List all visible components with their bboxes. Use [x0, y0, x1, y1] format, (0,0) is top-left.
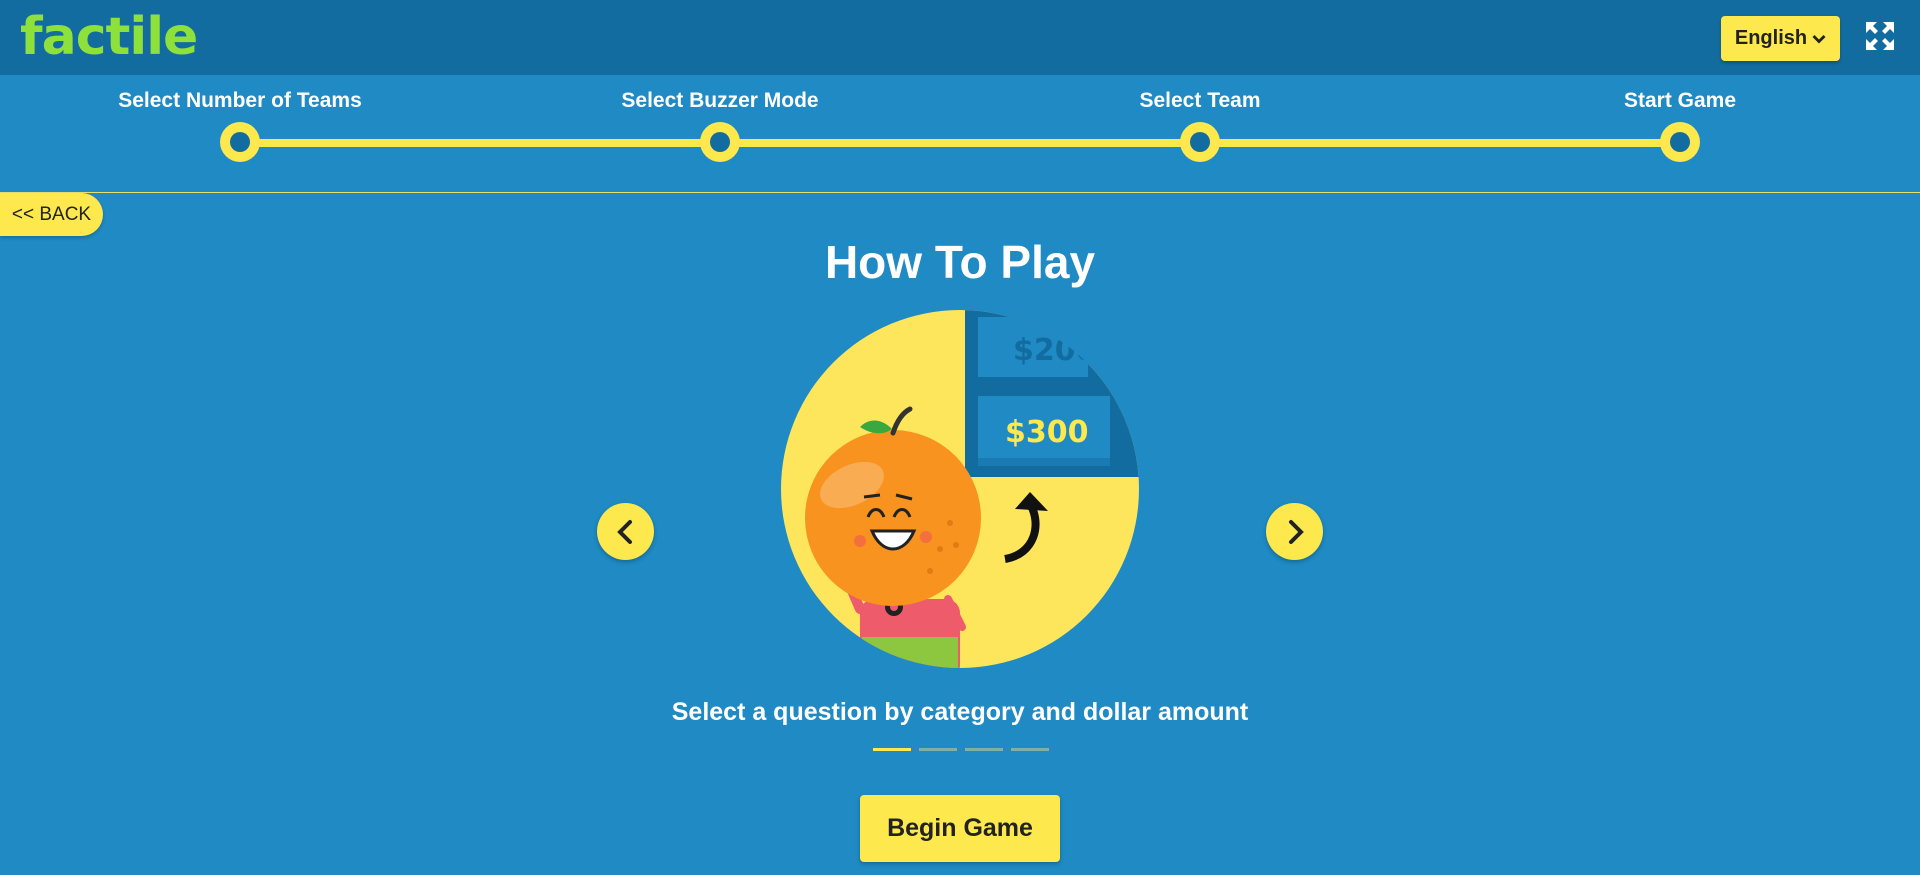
step-dot[interactable]: [700, 122, 740, 162]
step-start-game[interactable]: Start Game: [1530, 75, 1830, 162]
chevron-right-icon: [1288, 519, 1304, 544]
chevron-down-icon: [1812, 34, 1826, 43]
step-label: Select Number of Teams: [118, 89, 362, 112]
tile-300: $300: [1005, 415, 1089, 450]
language-label: English: [1734, 27, 1808, 49]
step-dot[interactable]: [1660, 122, 1700, 162]
next-slide-button[interactable]: [1266, 503, 1323, 560]
carousel-indicator-2[interactable]: [919, 748, 957, 751]
factile-logo[interactable]: factile: [20, 2, 198, 72]
step-select-team[interactable]: Select Team: [1050, 75, 1350, 162]
step-dot[interactable]: [1180, 122, 1220, 162]
step-dot[interactable]: [220, 122, 260, 162]
stepper-track: [240, 139, 1680, 147]
progress-stepper: Select Number of Teams Select Buzzer Mod…: [0, 75, 1920, 193]
chevron-left-icon: [616, 519, 632, 544]
step-number-of-teams[interactable]: Select Number of Teams: [90, 75, 390, 162]
step-buzzer-mode[interactable]: Select Buzzer Mode: [570, 75, 870, 162]
step-label: Start Game: [1623, 89, 1737, 112]
expand-icon[interactable]: [1865, 21, 1895, 51]
step-label: Select Buzzer Mode: [621, 89, 819, 112]
begin-game-button[interactable]: Begin Game: [860, 795, 1060, 862]
carousel-indicator-4[interactable]: [1011, 748, 1049, 751]
carousel-indicators: [873, 748, 1049, 751]
slide-caption: Select a question by category and dollar…: [671, 698, 1249, 726]
carousel-indicator-3[interactable]: [965, 748, 1003, 751]
language-select[interactable]: English: [1721, 16, 1840, 61]
previous-slide-button[interactable]: [597, 503, 654, 560]
how-to-play-illustration: $200 $300: [781, 310, 1139, 668]
page-title: How To Play: [824, 236, 1096, 288]
tile-200: $200: [1013, 333, 1097, 368]
back-button[interactable]: << BACK: [0, 193, 103, 236]
step-label: Select Team: [1139, 89, 1261, 112]
top-bar: factile English: [0, 0, 1920, 75]
carousel-indicator-1[interactable]: [873, 748, 911, 751]
